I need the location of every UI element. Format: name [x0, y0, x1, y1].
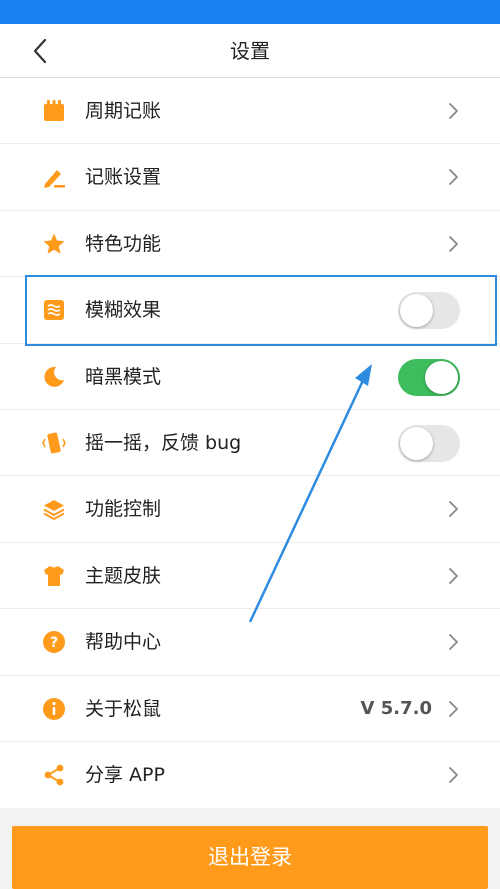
settings-item-label: 关于松鼠 [85, 697, 162, 720]
page-title: 设置 [230, 39, 270, 63]
settings-item-label: 帮助中心 [85, 631, 162, 654]
settings-item-label: 记账设置 [85, 166, 162, 189]
settings-item-theme[interactable]: 主题皮肤 [0, 543, 500, 610]
chevron-right-icon [449, 767, 458, 783]
settings-item-function-control[interactable]: 功能控制 [0, 476, 500, 543]
dark-mode-toggle[interactable] [398, 358, 460, 396]
settings-item-label: 分享 APP [85, 763, 165, 786]
shake-feedback-toggle[interactable] [398, 424, 460, 462]
pencil-icon [44, 170, 65, 189]
settings-item-about[interactable]: 关于松鼠 V 5.7.0 [0, 676, 500, 742]
chevron-right-icon [449, 634, 458, 651]
chevron-right-icon [449, 235, 458, 252]
moon-icon [44, 366, 64, 387]
settings-item-dark-mode[interactable]: 暗黑模式 [0, 344, 500, 410]
settings-item-bookkeeping[interactable]: 记账设置 [0, 144, 500, 211]
settings-item-recurring[interactable]: 周期记账 [0, 78, 500, 145]
settings-item-help[interactable]: ? 帮助中心 [0, 609, 500, 676]
settings-item-features[interactable]: 特色功能 [0, 211, 500, 278]
settings-item-label: 特色功能 [85, 232, 162, 255]
settings-item-share[interactable]: 分享 APP [0, 742, 500, 808]
share-icon [44, 764, 64, 786]
settings-item-label: 周期记账 [85, 100, 162, 122]
settings-item-shake-feedback[interactable]: 摇一摇，反馈 bug [0, 410, 500, 477]
status-bar [0, 0, 500, 24]
chevron-right-icon [449, 501, 458, 518]
annotation-highlight-box [25, 275, 497, 346]
chevron-right-icon [449, 700, 458, 717]
settings-item-label: 主题皮肤 [85, 564, 162, 587]
logout-button[interactable]: 退出登录 [12, 826, 488, 889]
settings-item-label: 功能控制 [85, 498, 162, 521]
settings-item-label: 暗黑模式 [85, 365, 162, 388]
toggle-knob [425, 360, 458, 394]
layers-icon [43, 500, 65, 521]
star-icon [43, 233, 65, 254]
tshirt-icon [44, 565, 64, 586]
version-label: V 5.7.0 [360, 697, 432, 719]
shake-phone-icon [42, 432, 66, 454]
chevron-right-icon [449, 567, 458, 584]
settings-item-label: 摇一摇，反馈 bug [85, 431, 242, 454]
chevron-right-icon [449, 103, 458, 119]
info-icon [43, 697, 65, 720]
toggle-knob [400, 426, 433, 460]
calendar-icon [44, 100, 64, 121]
svg-text:?: ? [50, 635, 58, 651]
chevron-right-icon [449, 169, 458, 186]
settings-list: 周期记账 记账设置 特色功能 模糊效果 暗黑模式 摇一摇，反馈 bug 功能控制… [0, 78, 500, 809]
help-icon: ? [43, 631, 65, 654]
nav-bar: 设置 [0, 24, 500, 78]
